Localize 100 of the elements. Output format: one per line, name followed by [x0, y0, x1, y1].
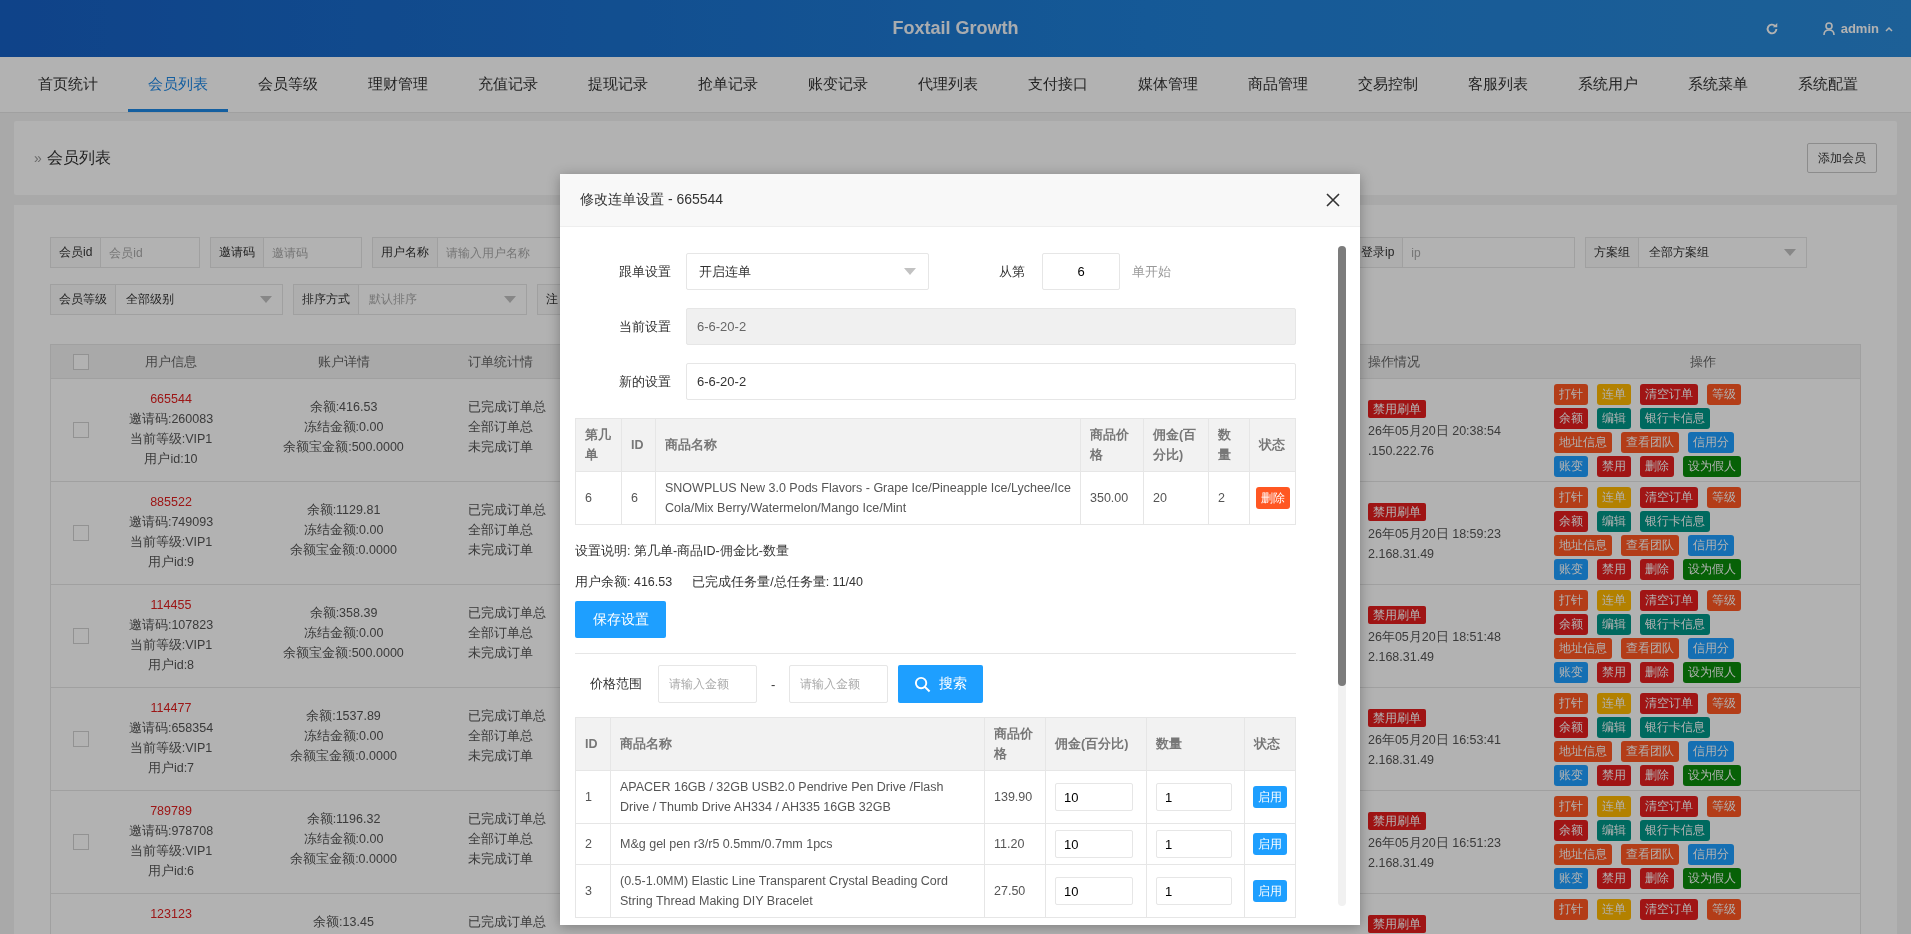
action-button[interactable]: 删除	[1640, 456, 1674, 477]
action-button[interactable]: 信用分	[1688, 741, 1734, 762]
action-button[interactable]: 删除	[1640, 868, 1674, 889]
action-button[interactable]: 地址信息	[1554, 844, 1612, 865]
action-button[interactable]: 设为假人	[1683, 662, 1741, 683]
nav-tab[interactable]: 交易控制	[1338, 57, 1438, 112]
action-button[interactable]: 等级	[1707, 384, 1741, 405]
delete-button[interactable]: 删除	[1255, 487, 1290, 509]
nav-tab[interactable]: 系统配置	[1778, 57, 1878, 112]
action-button[interactable]: 禁用	[1597, 765, 1631, 786]
action-button[interactable]: 打针	[1554, 384, 1588, 405]
action-button[interactable]: 查看团队	[1621, 741, 1679, 762]
nav-tab[interactable]: 系统用户	[1558, 57, 1658, 112]
action-button[interactable]: 等级	[1707, 796, 1741, 817]
action-button[interactable]: 银行卡信息	[1640, 614, 1710, 635]
action-button[interactable]: 设为假人	[1683, 765, 1741, 786]
commission-field[interactable]: 10	[1055, 877, 1133, 905]
close-icon[interactable]	[1326, 193, 1340, 207]
action-button[interactable]: 余额	[1554, 511, 1588, 532]
action-button[interactable]: 编辑	[1597, 820, 1631, 841]
action-button[interactable]: 信用分	[1688, 432, 1734, 453]
action-button[interactable]: 连单	[1597, 590, 1631, 611]
action-button[interactable]: 编辑	[1597, 408, 1631, 429]
action-button[interactable]: 查看团队	[1621, 638, 1679, 659]
select-field[interactable]: 全部方案组	[1639, 237, 1807, 268]
input-field[interactable]: ip	[1403, 237, 1575, 268]
action-button[interactable]: 地址信息	[1554, 638, 1612, 659]
action-button[interactable]: 删除	[1640, 662, 1674, 683]
nav-tab[interactable]: 首页统计	[18, 57, 118, 112]
checkbox[interactable]	[73, 628, 89, 644]
nav-tab[interactable]: 会员列表	[128, 57, 228, 112]
action-button[interactable]: 打针	[1554, 487, 1588, 508]
action-button[interactable]: 账变	[1554, 765, 1588, 786]
action-button[interactable]: 打针	[1554, 899, 1588, 920]
checkbox[interactable]	[73, 422, 89, 438]
action-button[interactable]: 余额	[1554, 820, 1588, 841]
action-button[interactable]: 连单	[1597, 487, 1631, 508]
select-field[interactable]: 开启连单	[686, 253, 929, 290]
action-button[interactable]: 删除	[1640, 765, 1674, 786]
action-button[interactable]: 连单	[1597, 384, 1631, 405]
action-button[interactable]: 禁用	[1597, 456, 1631, 477]
checkbox[interactable]	[73, 834, 89, 850]
input-field[interactable]: 6-6-20-2	[686, 363, 1296, 400]
action-button[interactable]: 地址信息	[1554, 535, 1612, 556]
action-button[interactable]: 地址信息	[1554, 432, 1612, 453]
action-button[interactable]: 查看团队	[1621, 432, 1679, 453]
search-button[interactable]: 搜索	[898, 665, 984, 703]
input-field[interactable]: 6	[1042, 253, 1120, 290]
action-button[interactable]: 银行卡信息	[1640, 717, 1710, 738]
save-button[interactable]: 保存设置	[575, 601, 666, 638]
action-button[interactable]: 信用分	[1688, 844, 1734, 865]
action-button[interactable]: 等级	[1707, 590, 1741, 611]
action-button[interactable]: 打针	[1554, 693, 1588, 714]
nav-tab[interactable]: 会员等级	[238, 57, 338, 112]
input-field[interactable]: 请输入金额	[789, 665, 889, 703]
action-button[interactable]: 信用分	[1688, 638, 1734, 659]
action-button[interactable]: 等级	[1707, 899, 1741, 920]
nav-tab[interactable]: 账变记录	[788, 57, 888, 112]
nav-tab[interactable]: 理财管理	[348, 57, 448, 112]
scrollbar[interactable]	[1338, 246, 1346, 906]
quantity-field[interactable]: 1	[1156, 830, 1232, 858]
action-button[interactable]: 清空订单	[1640, 590, 1698, 611]
action-button[interactable]: 银行卡信息	[1640, 820, 1710, 841]
action-button[interactable]: 设为假人	[1683, 868, 1741, 889]
action-button[interactable]: 清空订单	[1640, 384, 1698, 405]
action-button[interactable]: 等级	[1707, 693, 1741, 714]
action-button[interactable]: 删除	[1640, 559, 1674, 580]
nav-tab[interactable]: 客服列表	[1448, 57, 1548, 112]
nav-tab[interactable]: 充值记录	[458, 57, 558, 112]
action-button[interactable]: 编辑	[1597, 614, 1631, 635]
enable-button[interactable]: 启用	[1253, 880, 1287, 902]
action-button[interactable]: 查看团队	[1621, 535, 1679, 556]
action-button[interactable]: 清空订单	[1640, 899, 1698, 920]
scrollbar-thumb[interactable]	[1338, 246, 1346, 686]
action-button[interactable]: 连单	[1597, 693, 1631, 714]
action-button[interactable]: 连单	[1597, 899, 1631, 920]
action-button[interactable]: 清空订单	[1640, 487, 1698, 508]
add-member-button[interactable]: 添加会员	[1807, 143, 1877, 173]
enable-button[interactable]: 启用	[1253, 833, 1287, 855]
commission-field[interactable]: 10	[1055, 783, 1133, 811]
action-button[interactable]: 账变	[1554, 868, 1588, 889]
action-button[interactable]: 禁用	[1597, 662, 1631, 683]
action-button[interactable]: 清空订单	[1640, 693, 1698, 714]
action-button[interactable]: 禁用	[1597, 868, 1631, 889]
enable-button[interactable]: 启用	[1253, 786, 1287, 808]
action-button[interactable]: 打针	[1554, 796, 1588, 817]
action-button[interactable]: 设为假人	[1683, 559, 1741, 580]
action-button[interactable]: 账变	[1554, 456, 1588, 477]
action-button[interactable]: 设为假人	[1683, 456, 1741, 477]
checkbox[interactable]	[73, 731, 89, 747]
commission-field[interactable]: 10	[1055, 830, 1133, 858]
action-button[interactable]: 银行卡信息	[1640, 511, 1710, 532]
quantity-field[interactable]: 1	[1156, 877, 1232, 905]
nav-tab[interactable]: 系统菜单	[1668, 57, 1768, 112]
action-button[interactable]: 连单	[1597, 796, 1631, 817]
action-button[interactable]: 查看团队	[1621, 844, 1679, 865]
checkbox[interactable]	[73, 353, 89, 370]
action-button[interactable]: 银行卡信息	[1640, 408, 1710, 429]
action-button[interactable]: 等级	[1707, 487, 1741, 508]
nav-tab[interactable]: 提现记录	[568, 57, 668, 112]
